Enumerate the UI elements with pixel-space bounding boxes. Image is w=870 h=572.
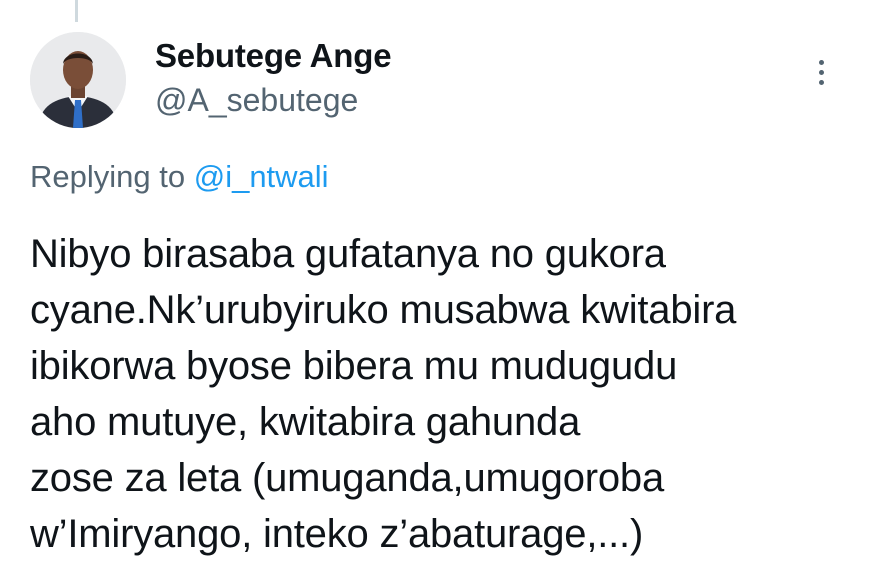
more-vertical-icon-dot [818,79,824,85]
tweet-text-line: aho mutuye, kwitabira gahunda [30,400,581,444]
author-name[interactable]: Sebutege Ange [155,37,392,75]
author-handle[interactable]: @A_sebutege [155,82,358,119]
profile-photo [30,32,126,128]
tweet-text-line: w’Imiryango, inteko z’abaturage,...) [30,512,644,556]
tweet-text-line: ibikorwa byose bibera mu mudugudu [30,344,678,388]
more-vertical-icon [818,59,824,65]
tweet-text-line: zose za leta (umuganda,umugoroba [30,456,665,500]
replying-to-label: Replying to [30,159,194,194]
tweet-text: Nibyo birasaba gufatanya no gukora cyane… [30,226,860,562]
tweet-text-line: cyane.Nk’urubyiruko musabwa kwitabira [30,288,737,332]
reply-context: Replying to @i_ntwali [30,159,329,195]
reply-mention-link[interactable]: @i_ntwali [194,159,329,194]
avatar[interactable] [30,32,126,128]
more-options-button[interactable] [806,52,836,92]
more-vertical-icon-dot [818,69,824,75]
tweet-text-line: Nibyo birasaba gufatanya no gukora [30,232,666,276]
thread-connector-line [75,0,78,22]
